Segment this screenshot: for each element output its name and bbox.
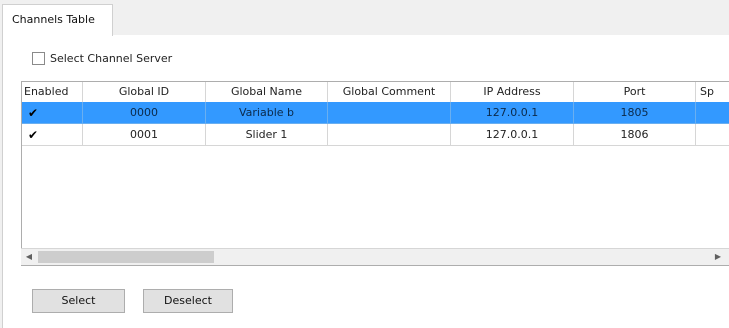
- horizontal-scrollbar[interactable]: ◀ ▶: [21, 248, 729, 265]
- tab-label: Channels Table: [12, 13, 95, 26]
- column-header-ip-address[interactable]: IP Address: [451, 82, 574, 102]
- cell-ip-address[interactable]: 127.0.0.1: [451, 102, 574, 124]
- cell-global-name[interactable]: Variable b: [206, 102, 328, 124]
- check-icon: ✔: [28, 128, 39, 142]
- column-header-global-comment[interactable]: Global Comment: [328, 82, 451, 102]
- cell-ip-address[interactable]: 127.0.0.1: [451, 124, 574, 146]
- select-button[interactable]: Select: [32, 289, 125, 313]
- cell-enabled[interactable]: ✔: [22, 102, 83, 124]
- cell-global-comment[interactable]: [328, 102, 451, 124]
- cell-global-id[interactable]: 0001: [83, 124, 206, 146]
- cell-sp[interactable]: [696, 124, 729, 146]
- column-header-port[interactable]: Port: [574, 82, 696, 102]
- scroll-left-icon[interactable]: ◀: [22, 251, 36, 263]
- table-row[interactable]: ✔ 0001 Slider 1 127.0.0.1 1806: [22, 124, 729, 146]
- column-header-enabled[interactable]: Enabled: [22, 82, 83, 102]
- column-header-global-id[interactable]: Global ID: [83, 82, 206, 102]
- cell-port[interactable]: 1806: [574, 124, 696, 146]
- scroll-right-icon[interactable]: ▶: [711, 251, 725, 263]
- grid-header: Enabled Global ID Global Name Global Com…: [22, 82, 729, 103]
- select-channel-server-label: Select Channel Server: [50, 52, 173, 65]
- cell-global-comment[interactable]: [328, 124, 451, 146]
- check-icon: ✔: [28, 106, 39, 120]
- table-row[interactable]: ✔ 0000 Variable b 127.0.0.1 1805: [22, 102, 729, 124]
- scroll-thumb[interactable]: [38, 251, 214, 263]
- cell-enabled[interactable]: ✔: [22, 124, 83, 146]
- cell-port[interactable]: 1805: [574, 102, 696, 124]
- column-header-global-name[interactable]: Global Name: [206, 82, 328, 102]
- tab-channels-table[interactable]: Channels Table: [2, 4, 113, 36]
- cell-global-id[interactable]: 0000: [83, 102, 206, 124]
- column-header-sp[interactable]: Sp: [696, 82, 729, 102]
- tab-strip: Channels Table: [0, 0, 729, 36]
- channels-grid[interactable]: Enabled Global ID Global Name Global Com…: [21, 81, 729, 266]
- cell-sp[interactable]: [696, 102, 729, 124]
- cell-global-name[interactable]: Slider 1: [206, 124, 328, 146]
- checkbox-box[interactable]: [32, 52, 45, 65]
- deselect-button[interactable]: Deselect: [143, 289, 233, 313]
